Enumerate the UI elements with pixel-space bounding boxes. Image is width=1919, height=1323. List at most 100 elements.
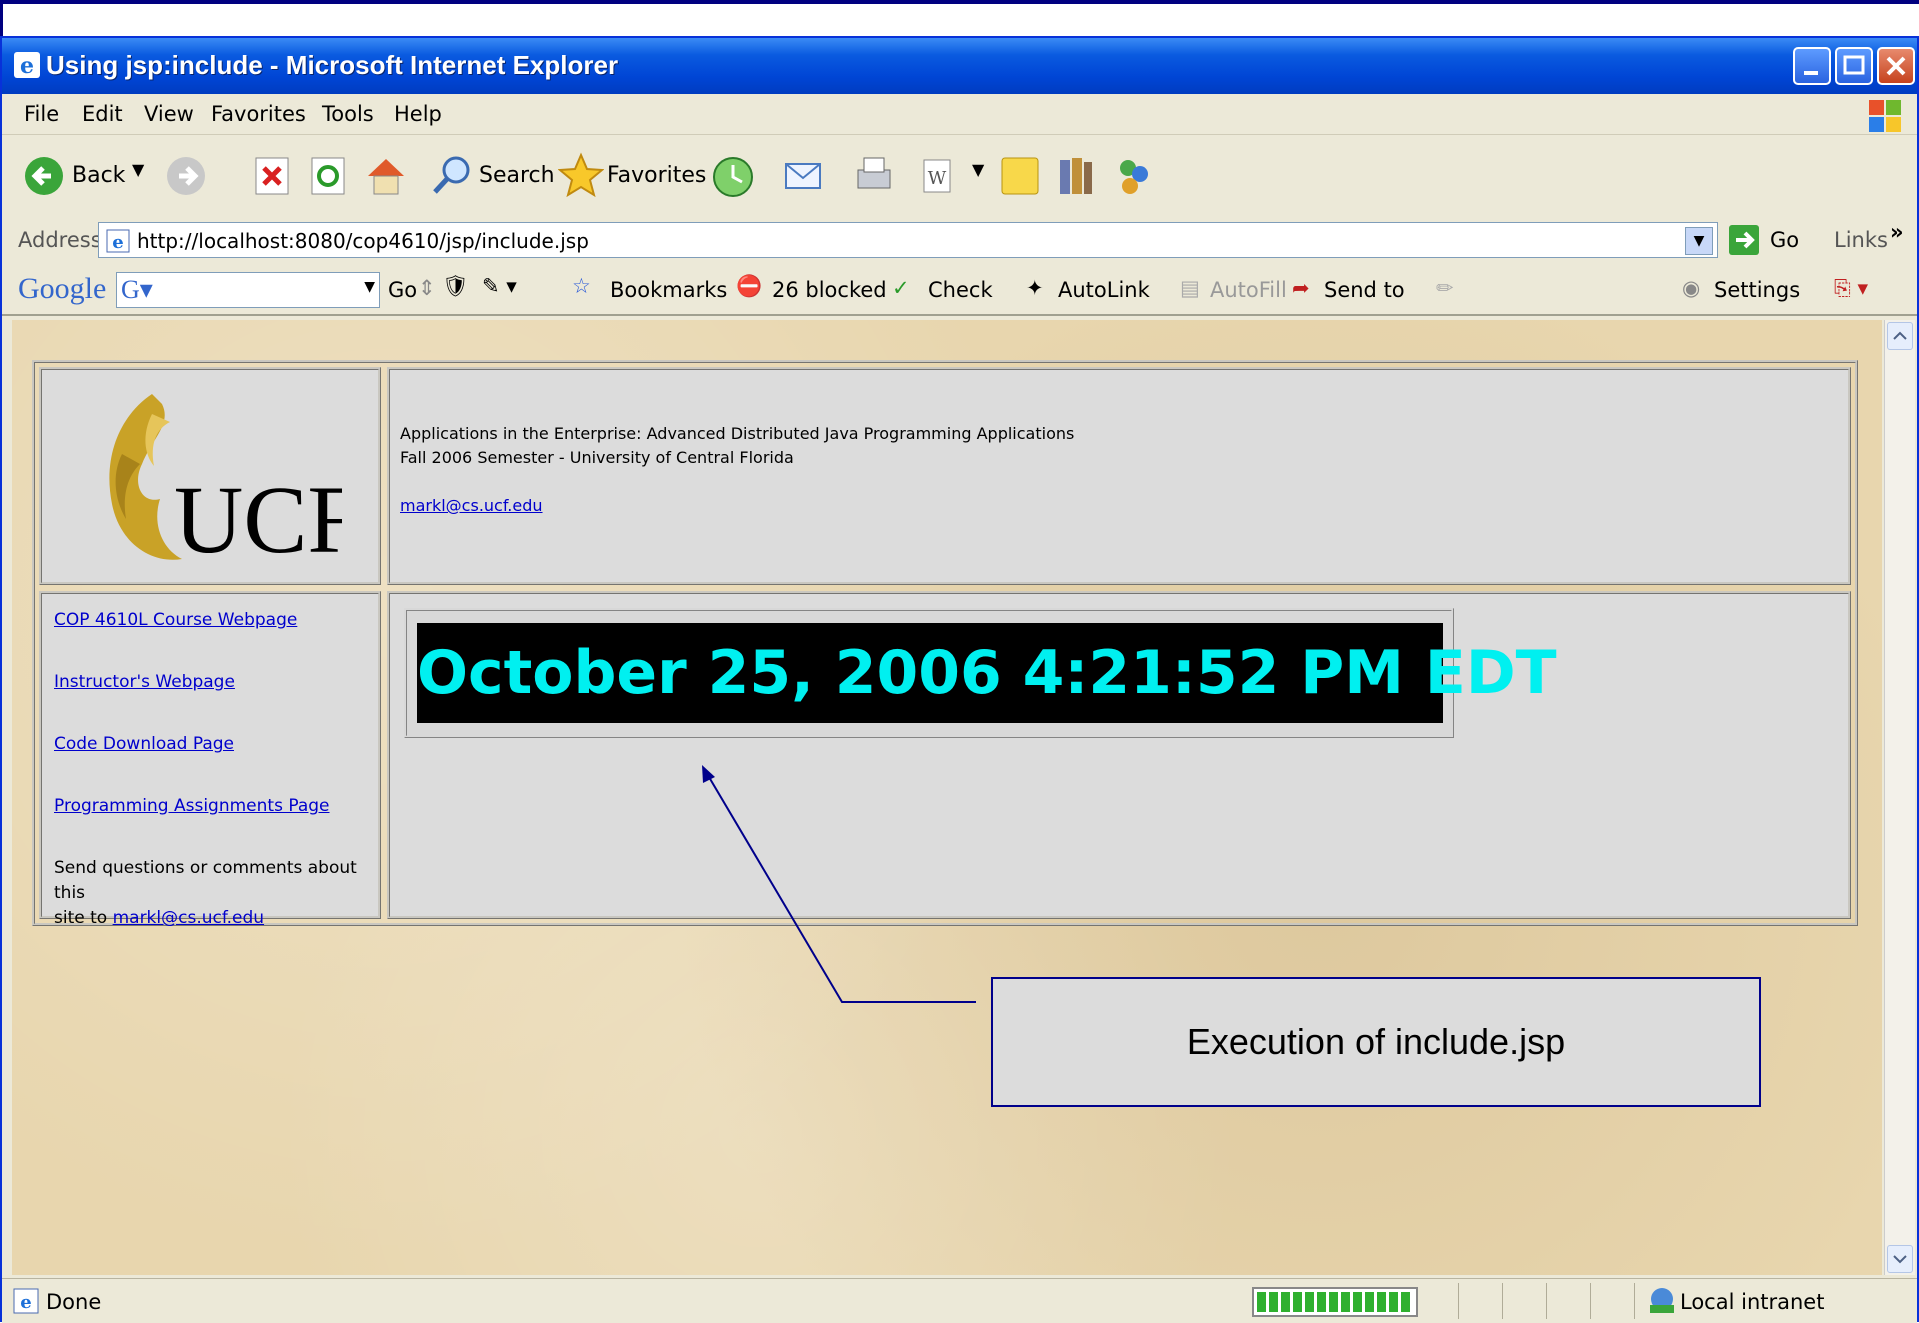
chevron-right-icon[interactable]: » bbox=[1890, 220, 1904, 244]
bookmarks-button[interactable]: Bookmarks bbox=[610, 278, 727, 302]
go-button[interactable]: Go bbox=[1770, 228, 1799, 252]
favorites-star-icon[interactable] bbox=[558, 152, 604, 198]
google-toolbar: Google G▾ ▼ Go ⇕ 🛡 ✎ ▾ ☆ Bookmarks ⛔ 26 … bbox=[2, 264, 1917, 316]
logo-cell: UCF bbox=[39, 367, 381, 585]
header-cell: Applications in the Enterprise: Advanced… bbox=[387, 367, 1851, 585]
address-dropdown-icon[interactable]: ▼ bbox=[1685, 227, 1713, 255]
address-bar: Address e http://localhost:8080/cop4610/… bbox=[2, 216, 1917, 265]
maximize-icon bbox=[1843, 55, 1865, 75]
progress-fill bbox=[1257, 1292, 1413, 1312]
favorites-button[interactable]: Favorites bbox=[607, 163, 706, 188]
menu-bar: File Edit View Favorites Tools Help bbox=[2, 94, 1917, 135]
back-arrow-icon[interactable] bbox=[24, 156, 64, 196]
search-button[interactable]: Search bbox=[479, 163, 555, 188]
course-webpage-link[interactable]: COP 4610L Course Webpage bbox=[54, 610, 297, 630]
status-divider bbox=[1546, 1283, 1547, 1319]
search-icon[interactable] bbox=[430, 154, 474, 198]
address-label: Address bbox=[18, 228, 102, 252]
menu-favorites[interactable]: Favorites bbox=[211, 102, 306, 126]
contact-text-line2: site to bbox=[54, 908, 108, 928]
print-icon[interactable] bbox=[852, 154, 896, 198]
page-rank-icon[interactable]: 🛡 bbox=[442, 274, 469, 299]
autofill-icon: ▤ bbox=[1180, 276, 1200, 300]
refresh-icon[interactable] bbox=[310, 156, 346, 196]
autolink-button[interactable]: AutoLink bbox=[1058, 278, 1150, 302]
header-email-link[interactable]: markl@cs.ucf.edu bbox=[400, 496, 543, 515]
window-title: Using jsp:include - Microsoft Internet E… bbox=[46, 50, 619, 80]
status-divider bbox=[1590, 1283, 1591, 1319]
popup-blocker-icon: ⛔ bbox=[736, 274, 763, 298]
spellcheck-icon: ✓ bbox=[892, 276, 910, 300]
highlight-icon[interactable]: ✎ ▾ bbox=[482, 274, 517, 298]
contact-text-line1: Send questions or comments about this bbox=[54, 858, 357, 903]
status-divider bbox=[1458, 1283, 1459, 1319]
messenger-icon[interactable] bbox=[1112, 154, 1156, 198]
menu-tools[interactable]: Tools bbox=[322, 102, 374, 126]
menu-edit[interactable]: Edit bbox=[82, 102, 123, 126]
close-button[interactable] bbox=[1877, 47, 1915, 85]
menu-file[interactable]: File bbox=[24, 102, 59, 126]
menu-view[interactable]: View bbox=[144, 102, 194, 126]
pencil-icon[interactable]: ✏ bbox=[1436, 276, 1454, 300]
back-button[interactable]: Back bbox=[72, 163, 125, 188]
links-label[interactable]: Links bbox=[1834, 228, 1888, 252]
up-down-arrow-icon[interactable]: ⇕ bbox=[418, 276, 436, 300]
minimize-button[interactable] bbox=[1793, 47, 1831, 85]
forward-arrow-icon[interactable] bbox=[166, 156, 206, 196]
scroll-down-button[interactable] bbox=[1887, 1245, 1913, 1273]
pdf-icon[interactable]: ⎘ ▾ bbox=[1834, 276, 1868, 301]
menu-help[interactable]: Help bbox=[394, 102, 442, 126]
vertical-scrollbar[interactable] bbox=[1884, 320, 1915, 1275]
autolink-wand-icon: ✦ bbox=[1026, 276, 1044, 300]
settings-gear-icon: ◉ bbox=[1682, 276, 1701, 300]
page-content: UCF Applications in the Enterprise: Adva… bbox=[12, 320, 1882, 1275]
windows-logo-icon bbox=[1869, 100, 1901, 132]
clock-display: October 25, 2006 4:21:52 PM EDT bbox=[417, 623, 1557, 723]
discuss-icon[interactable] bbox=[998, 154, 1042, 198]
minimize-icon bbox=[1804, 71, 1818, 75]
google-go-button[interactable]: Go bbox=[388, 278, 417, 302]
sidebar-cell: COP 4610L Course Webpage Instructor's We… bbox=[39, 591, 381, 928]
callout-text: Execution of include.jsp bbox=[1186, 1021, 1566, 1062]
svg-text:e: e bbox=[20, 53, 34, 79]
google-logo: Google bbox=[18, 272, 107, 305]
home-icon[interactable] bbox=[364, 154, 408, 198]
check-button[interactable]: Check bbox=[928, 278, 993, 302]
svg-text:e: e bbox=[112, 232, 123, 253]
course-title: Applications in the Enterprise: Advanced… bbox=[400, 424, 1075, 443]
local-intranet-icon bbox=[1650, 1288, 1674, 1313]
google-search-input[interactable]: G▾ ▼ bbox=[116, 272, 380, 308]
address-input[interactable]: e http://localhost:8080/cop4610/jsp/incl… bbox=[98, 222, 1718, 258]
maximize-button[interactable] bbox=[1835, 47, 1873, 85]
contact-text: Send questions or comments about this si… bbox=[54, 856, 378, 931]
title-bar[interactable]: e Using jsp:include - Microsoft Internet… bbox=[2, 38, 1917, 94]
blocked-count[interactable]: 26 blocked bbox=[772, 278, 887, 302]
instructor-webpage-link[interactable]: Instructor's Webpage bbox=[54, 672, 235, 692]
status-divider bbox=[1502, 1283, 1503, 1319]
settings-button[interactable]: Settings bbox=[1714, 278, 1800, 302]
google-g-icon: G▾ bbox=[121, 275, 153, 304]
send-to-button[interactable]: Send to bbox=[1324, 278, 1405, 302]
mail-icon[interactable] bbox=[782, 156, 826, 196]
edit-word-icon[interactable]: W bbox=[920, 156, 954, 196]
svg-text:e: e bbox=[20, 1292, 31, 1313]
google-dropdown-icon[interactable]: ▼ bbox=[364, 279, 375, 295]
status-text: Done bbox=[46, 1290, 102, 1314]
status-divider bbox=[1634, 1283, 1635, 1319]
scroll-up-button[interactable] bbox=[1887, 322, 1913, 350]
code-download-link[interactable]: Code Download Page bbox=[54, 734, 234, 754]
clock-frame: October 25, 2006 4:21:52 PM EDT bbox=[404, 608, 1557, 738]
bookmark-star-icon: ☆ bbox=[572, 274, 591, 298]
go-arrow-icon[interactable] bbox=[1728, 224, 1760, 256]
chevron-up-icon bbox=[1893, 331, 1907, 340]
stop-icon[interactable] bbox=[254, 156, 290, 196]
edit-dropdown-icon[interactable]: ▼ bbox=[972, 160, 984, 179]
history-icon[interactable] bbox=[712, 156, 754, 198]
status-bar: e Done Local intranet bbox=[2, 1278, 1917, 1323]
back-dropdown-icon[interactable]: ▼ bbox=[132, 160, 144, 179]
contact-email-link[interactable]: markl@cs.ucf.edu bbox=[113, 908, 264, 928]
address-url: http://localhost:8080/cop4610/jsp/includ… bbox=[137, 229, 589, 253]
autofill-button[interactable]: AutoFill bbox=[1210, 278, 1287, 302]
research-icon[interactable] bbox=[1054, 154, 1098, 198]
programming-assignments-link[interactable]: Programming Assignments Page bbox=[54, 796, 330, 816]
